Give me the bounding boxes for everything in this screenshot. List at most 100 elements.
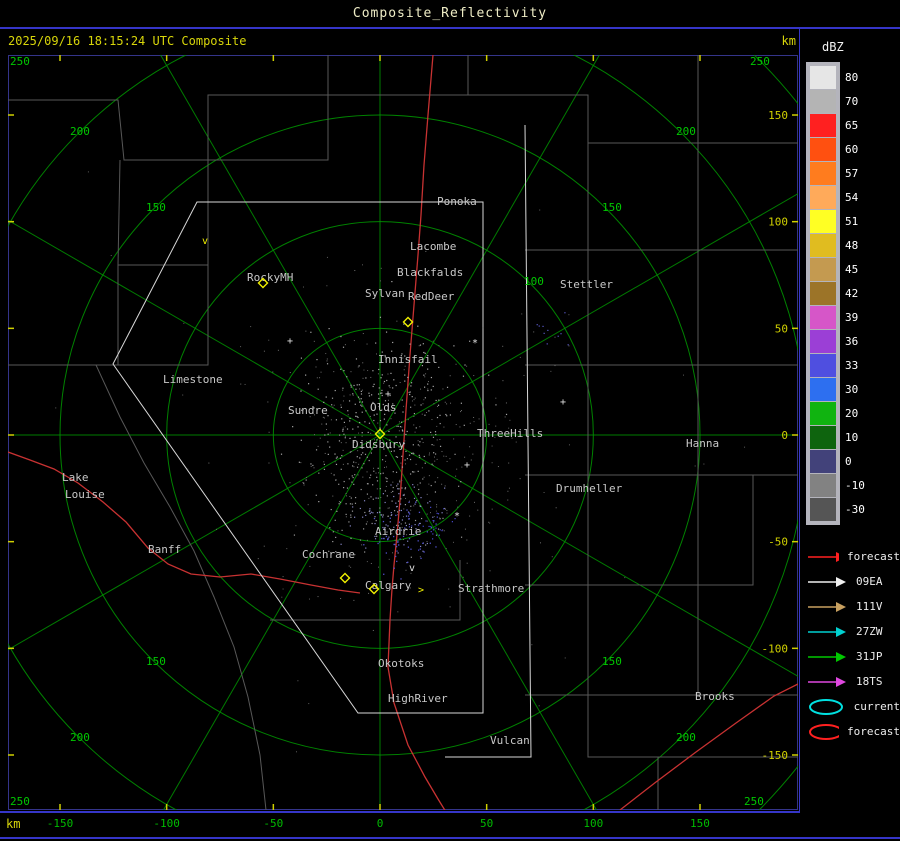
echo-dot (567, 344, 569, 346)
echo-dot (345, 442, 347, 444)
echo-dot (386, 480, 388, 483)
echo-dot (306, 477, 308, 479)
vector-legend-label: forecast (847, 725, 900, 738)
city-label: Banff (148, 543, 181, 556)
echo-dot (433, 403, 435, 405)
echo-dot (519, 356, 521, 358)
echo-dot (317, 596, 319, 598)
echo-dot (357, 396, 360, 398)
echo-dot (425, 373, 427, 375)
echo-dot (341, 454, 343, 457)
echo-dot (346, 376, 348, 378)
echo-dot (386, 495, 388, 497)
echo-dot (340, 598, 342, 600)
echo-dot (403, 369, 405, 371)
echo-dot (405, 433, 407, 436)
echo-dot (293, 534, 296, 536)
echo-dot (446, 460, 448, 462)
echo-dot (326, 358, 328, 360)
echo-dot (216, 528, 218, 530)
echo-dot (376, 353, 378, 355)
echo-dot (282, 576, 284, 578)
storm-marker: + (385, 389, 391, 400)
echo-dot (473, 421, 475, 423)
echo-dot (308, 598, 310, 600)
echo-dot (351, 465, 354, 467)
echo-dot (397, 611, 399, 613)
echo-dot (385, 485, 387, 487)
echo-dot (436, 506, 438, 508)
echo-dot (382, 520, 385, 523)
echo-dot (437, 404, 440, 406)
radar-map[interactable]: 150 100 50 0 -50 -100 -150 250 200 150 100 150 200 25… (8, 55, 798, 810)
echo-dot (332, 540, 334, 543)
echo-dot (403, 433, 405, 435)
echo-dot (488, 423, 490, 425)
panel-divider (799, 27, 800, 813)
echo-dot (451, 521, 453, 523)
echo-dot (326, 363, 329, 365)
echo-dot (340, 404, 342, 406)
echo-dot (357, 366, 359, 368)
echo-dot (361, 544, 363, 546)
echo-dot (393, 379, 395, 381)
echo-dot (315, 366, 317, 368)
echo-dot (366, 456, 368, 458)
echo-dot (380, 473, 382, 475)
echo-dot (442, 388, 444, 390)
echo-dot (379, 507, 381, 509)
echo-dot (502, 345, 504, 347)
echo-dot (345, 513, 347, 516)
colorbar-swatch (810, 162, 836, 185)
colorbar-swatch (810, 426, 836, 449)
echo-dot (444, 401, 446, 403)
echo-dot (353, 461, 355, 463)
echo-dot (433, 520, 435, 522)
echo-dot (349, 437, 351, 440)
echo-dot (439, 517, 441, 519)
echo-dot (435, 527, 437, 529)
echo-dot (560, 333, 562, 335)
echo-dot (426, 513, 428, 515)
echo-dot (533, 331, 535, 333)
echo-dot (432, 436, 435, 438)
echo-dot (354, 403, 356, 405)
echo-dot (370, 474, 372, 476)
echo-dot (458, 485, 460, 487)
echo-dot (370, 496, 372, 498)
echo-dot (439, 422, 441, 425)
echo-dot (419, 426, 421, 428)
echo-dot (343, 433, 345, 435)
city-label: Ponoka (437, 195, 477, 208)
echo-dot (419, 548, 421, 550)
echo-dot (396, 426, 398, 428)
echo-dot (409, 343, 411, 345)
echo-dot (463, 424, 465, 426)
echo-dot (390, 418, 392, 420)
echo-dot (378, 432, 380, 434)
echo-dot (392, 490, 394, 493)
echo-dot (342, 346, 345, 348)
colorbar-value: 33 (845, 359, 859, 372)
echo-dot (300, 439, 302, 441)
echo-dot (434, 460, 436, 462)
colorbar-swatch (810, 66, 836, 89)
colorbar-value: 45 (845, 263, 859, 276)
echo-dot (421, 438, 423, 440)
echo-dot (366, 561, 368, 563)
city-label: Louise (65, 488, 105, 501)
echo-dot (394, 539, 396, 541)
echo-dot (444, 487, 446, 489)
echo-dot (390, 491, 392, 493)
echo-dot (488, 374, 490, 376)
echo-dot (360, 404, 362, 406)
echo-dot (392, 341, 394, 344)
echo-dot (433, 521, 435, 523)
echo-dot (386, 424, 388, 426)
echo-dot (326, 285, 328, 287)
echo-dot (415, 463, 417, 465)
echo-dot (423, 476, 425, 478)
city-label: Lake (62, 471, 89, 484)
echo-dot (395, 546, 398, 548)
echo-dot (464, 528, 466, 530)
